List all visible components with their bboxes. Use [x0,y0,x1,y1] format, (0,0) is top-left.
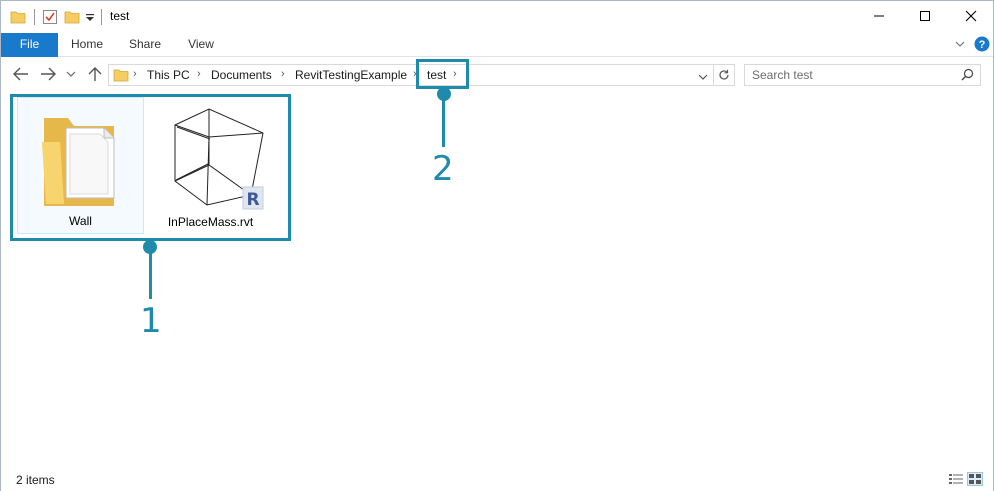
maximize-button[interactable] [902,1,948,31]
crumb-revittestingexample[interactable]: RevitTestingExample [295,68,407,82]
arrow-left-icon [13,67,28,81]
separator [101,9,102,25]
up-button[interactable] [85,64,105,84]
item-count: 2 items [16,473,55,487]
search-box[interactable] [744,64,981,86]
customize-toolbar-icon[interactable] [85,8,95,26]
forward-button[interactable] [38,64,58,84]
address-history-button[interactable] [698,70,708,84]
folder-icon [10,8,26,26]
crumb-documents[interactable]: Documents [211,68,272,82]
large-icons-view-button[interactable] [967,472,983,486]
details-view-icon [949,474,963,484]
callout-2-box [416,59,469,89]
expand-ribbon-icon[interactable] [954,38,966,53]
chevron-down-icon [698,74,708,80]
back-button[interactable] [11,64,31,84]
refresh-icon [719,69,729,80]
breadcrumb-separator[interactable]: › [197,68,201,80]
navigation-bar: › This PC › Documents › RevitTestingExam… [1,57,993,91]
callout-2-label: 2 [432,149,454,189]
search-input[interactable] [745,65,955,85]
title-bar: test [1,1,993,33]
breadcrumb-separator[interactable]: › [133,68,137,80]
file-list: Wall R InPlaceMass.rvt 1 2 [1,59,993,466]
search-icon[interactable] [961,68,974,84]
address-bar[interactable]: › This PC › Documents › RevitTestingExam… [108,64,714,86]
minimize-icon [874,15,884,17]
arrow-up-icon [88,67,102,81]
separator [34,9,35,25]
minimize-button[interactable] [856,1,902,31]
close-icon [965,10,977,22]
tab-share[interactable]: Share [121,33,169,57]
explorer-window: test File Home Share View ? › This PC › … [0,0,994,491]
tab-home[interactable]: Home [63,33,111,57]
breadcrumb-separator[interactable]: › [281,68,285,80]
help-button[interactable]: ? [974,36,990,55]
refresh-button[interactable] [714,64,735,86]
status-bar: 2 items [1,467,993,491]
chevron-down-icon [66,71,76,77]
tab-file[interactable]: File [1,33,58,57]
properties-icon[interactable] [42,8,58,26]
crumb-this-pc[interactable]: This PC [147,68,190,82]
callout-1-label: 1 [140,301,162,341]
help-icon: ? [979,39,986,51]
callout-1-box [10,94,291,241]
details-view-button[interactable] [948,472,964,486]
window-title: test [110,9,130,23]
large-icons-view-icon [969,474,981,484]
folder-icon [113,67,129,86]
close-button[interactable] [948,1,994,31]
new-folder-icon[interactable] [64,8,80,26]
maximize-icon [920,11,930,21]
ribbon-tabs: File Home Share View ? [1,33,993,57]
callout-2-line [442,95,445,147]
callout-1-line [149,249,152,299]
tab-view[interactable]: View [179,33,223,57]
recent-locations-button[interactable] [64,64,78,84]
arrow-right-icon [41,67,56,81]
